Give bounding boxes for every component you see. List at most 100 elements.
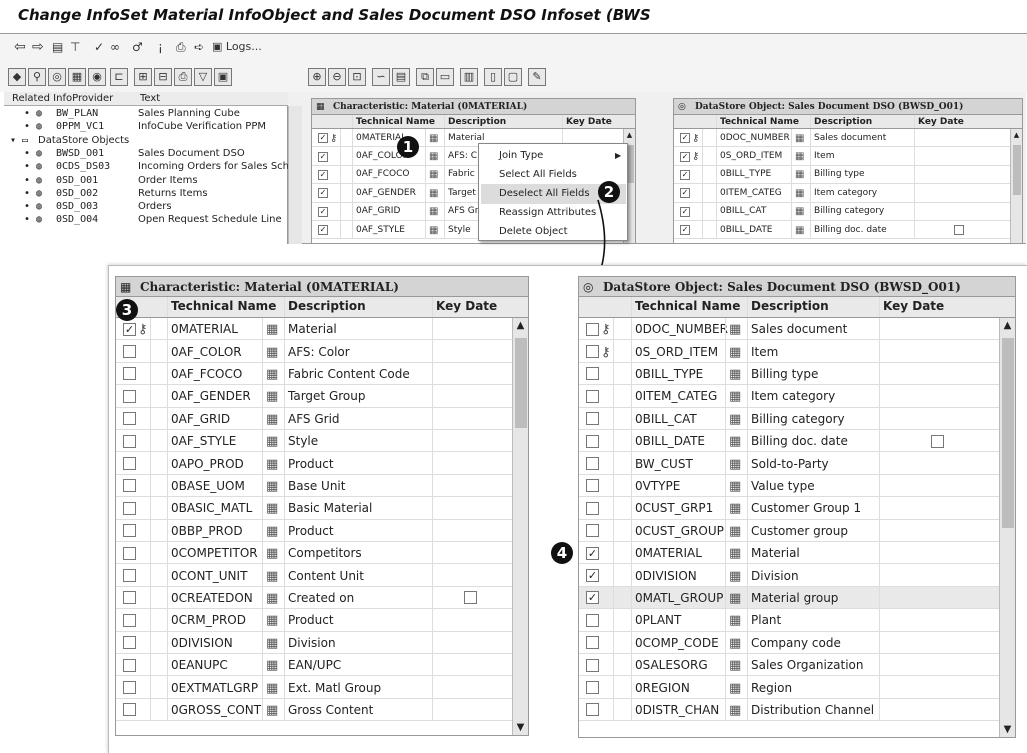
field-row[interactable]: ✓ 0BILL_CAT ▦ Billing category [674, 202, 1012, 221]
wave-icon[interactable]: ∽ [372, 68, 390, 86]
panel-scrollbar[interactable]: ▲ ▼ [999, 318, 1015, 737]
col-technical-name[interactable]: Technical Name [635, 299, 740, 313]
field-checkbox[interactable]: ✓ [318, 151, 328, 162]
field-checkbox[interactable] [586, 524, 599, 538]
col-technical-name[interactable]: Technical Name [171, 299, 276, 313]
field-checkbox[interactable]: ✓ [123, 322, 136, 336]
field-checkbox[interactable]: ✓ [680, 133, 690, 144]
glasses-icon[interactable]: ∞ [110, 38, 120, 56]
tree-row[interactable]: • ◍ 0SD_O03 Orders [4, 201, 288, 214]
paste-icon[interactable]: ▭ [436, 68, 454, 86]
field-row[interactable]: ✓ 0MATERIAL ▦ Material [579, 542, 1001, 565]
field-checkbox[interactable]: ✓ [586, 591, 599, 605]
field-checkbox[interactable] [586, 457, 599, 471]
field-checkbox[interactable] [123, 345, 136, 359]
transfer-icon[interactable]: ◆ [8, 68, 26, 86]
menu-item-join-type[interactable]: Join Type ▶ [499, 146, 625, 166]
field-row[interactable]: 0AF_STYLE ▦ Style [116, 430, 514, 453]
col-key-date[interactable]: Key Date [918, 117, 964, 127]
tree-scrollbar[interactable] [288, 106, 302, 244]
key-date-checkbox[interactable] [931, 434, 944, 448]
field-row[interactable]: 0DISTR_CHAN ▦ Distribution Channel [579, 698, 1001, 722]
field-checkbox[interactable]: ✓ [318, 188, 328, 199]
field-checkbox[interactable] [586, 658, 599, 672]
col-description[interactable]: Description [814, 117, 872, 127]
layout-icon[interactable]: ▤ [52, 38, 63, 56]
export-icon[interactable]: ➪ [194, 38, 204, 56]
field-checkbox[interactable]: ✓ [680, 188, 690, 199]
clipboard-icon[interactable]: ▢ [504, 68, 522, 86]
field-checkbox[interactable] [123, 591, 136, 605]
key-date-checkbox[interactable] [464, 591, 477, 605]
field-row[interactable]: 0VTYPE ▦ Value type [579, 474, 1001, 498]
characteristic-panel-large[interactable]: ▦ Characteristic: Material (0MATERIAL) Tec… [115, 276, 529, 736]
field-checkbox[interactable] [586, 389, 599, 403]
field-checkbox[interactable]: ✓ [680, 206, 690, 217]
field-checkbox[interactable]: ✓ [680, 169, 690, 180]
field-row[interactable]: ✓ 0MATL_GROUP ▦ Material group [579, 586, 1001, 610]
tree-row[interactable]: • ◍ 0SD_O02 Returns Items [4, 188, 288, 201]
tree-row[interactable]: ▾ ▭ DataStore Objects [4, 135, 288, 148]
field-row[interactable]: 0CRM_PROD ▦ Product [116, 609, 514, 632]
zoom-out-icon[interactable]: ⊖ [328, 68, 346, 86]
field-checkbox[interactable]: ✓ [586, 569, 599, 583]
field-checkbox[interactable] [586, 501, 599, 515]
field-row[interactable]: 0BASIC_MATL ▦ Basic Material [116, 497, 514, 520]
field-row[interactable]: 0SALESORG ▦ Sales Organization [579, 654, 1001, 677]
hierarchy-icon[interactable]: ⊤ [70, 38, 80, 56]
field-row[interactable]: 0BILL_TYPE ▦ Billing type [579, 362, 1001, 386]
col-technical-name[interactable]: Technical Name [356, 117, 435, 127]
dso-panel-small[interactable]: ◎ DataStore Object: Sales Document DSO (B… [673, 98, 1023, 244]
back-arrow-icon[interactable]: ⇦ [14, 38, 26, 56]
field-checkbox[interactable] [123, 569, 136, 583]
fit-icon[interactable]: ⊡ [348, 68, 366, 86]
info-icon[interactable]: ¡ [158, 38, 163, 56]
field-checkbox[interactable] [586, 636, 599, 650]
table-icon[interactable]: ▦ [68, 68, 86, 86]
field-row[interactable]: 0DIVISION ▦ Division [116, 631, 514, 654]
field-checkbox[interactable]: ✓ [318, 225, 328, 236]
field-checkbox[interactable] [123, 658, 136, 672]
object-icon[interactable]: ◉ [88, 68, 106, 86]
link-icon[interactable]: ⊏ [110, 68, 128, 86]
field-checkbox[interactable] [123, 367, 136, 381]
scroll-up-icon[interactable]: ▲ [1011, 131, 1022, 139]
field-checkbox[interactable] [123, 546, 136, 560]
field-checkbox[interactable]: ✓ [318, 169, 328, 180]
scroll-thumb[interactable] [1013, 145, 1021, 195]
tree-row[interactable]: • ◍ 0CDS_DS03 Incoming Orders for Sales Sc… [4, 161, 301, 174]
scroll-down-icon[interactable]: ▼ [513, 722, 528, 733]
field-checkbox[interactable] [586, 434, 599, 448]
field-row[interactable]: 0BILL_CAT ▦ Billing category [579, 407, 1001, 430]
tree-row[interactable]: • ◍ 0SD_O01 Order Items [4, 175, 288, 188]
field-row[interactable]: ✓ ⚷ 0S_ORD_ITEM ▦ Item [674, 147, 1012, 166]
field-row[interactable]: ⚷ 0S_ORD_ITEM ▦ Item [579, 340, 1001, 363]
field-checkbox[interactable] [123, 501, 136, 515]
zoom-in-icon[interactable]: ⊕ [308, 68, 326, 86]
field-checkbox[interactable] [123, 457, 136, 471]
field-row[interactable]: 0COMP_CODE ▦ Company code [579, 631, 1001, 654]
field-row[interactable]: ✓ 0BILL_DATE ▦ Billing doc. date [674, 221, 1012, 240]
field-row[interactable]: 0ITEM_CATEG ▦ Item category [579, 385, 1001, 408]
field-checkbox[interactable] [123, 703, 136, 717]
field-row[interactable]: ✓ 0DIVISION ▦ Division [579, 564, 1001, 587]
col-technical-name[interactable]: Technical Name [720, 117, 799, 127]
scroll-down-icon[interactable]: ▼ [1000, 724, 1015, 735]
field-row[interactable]: ⚷ 0DOC_NUMBER ▦ Sales document [579, 318, 1001, 341]
scroll-thumb[interactable] [1002, 338, 1014, 528]
field-checkbox[interactable] [123, 636, 136, 650]
scroll-thumb[interactable] [515, 338, 527, 428]
field-checkbox[interactable] [123, 434, 136, 448]
field-row[interactable]: ✓ 0ITEM_CATEG ▦ Item category [674, 184, 1012, 203]
scroll-up-icon[interactable]: ▲ [1000, 320, 1015, 331]
tree-row[interactable]: • ◍ 0PPM_VC1 InfoCube Verification PPM [4, 121, 288, 134]
field-row[interactable]: 0APO_PROD ▦ Product [116, 452, 514, 475]
field-checkbox[interactable] [123, 681, 136, 695]
field-checkbox[interactable] [586, 412, 599, 426]
key-date-checkbox[interactable] [954, 225, 964, 236]
tree-row[interactable]: • ◍ 0SD_O04 Open Request Schedule Line [4, 214, 288, 227]
print2-icon[interactable]: ⎙ [174, 68, 192, 86]
col-key-date[interactable]: Key Date [883, 299, 944, 313]
field-checkbox[interactable]: ✓ [680, 225, 690, 236]
search-tree-icon[interactable]: ⚲ [28, 68, 46, 86]
